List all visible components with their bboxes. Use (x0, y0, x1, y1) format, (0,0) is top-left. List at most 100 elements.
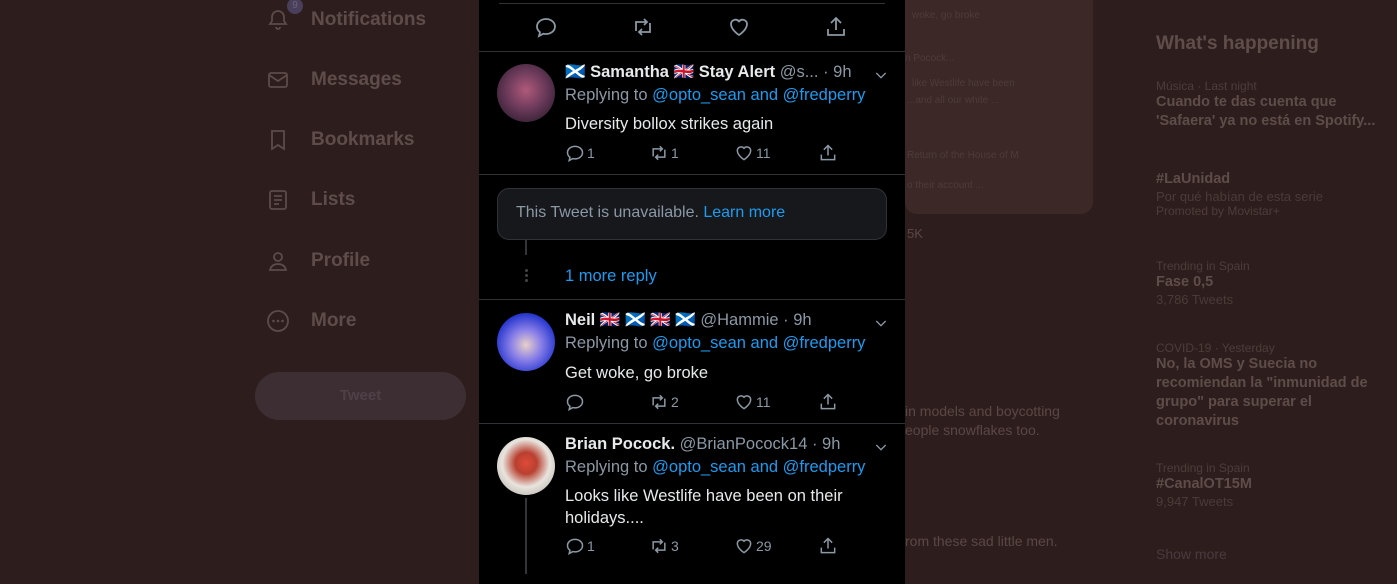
mention-link[interactable]: @opto_sean and @fredperry (652, 86, 865, 104)
avatar[interactable] (497, 313, 555, 371)
like-button[interactable]: 11 (734, 392, 771, 412)
divider (499, 3, 885, 4)
share-button[interactable] (818, 392, 840, 412)
reply-count: 1 (587, 145, 595, 161)
tweet-time[interactable]: · 9h (812, 435, 840, 453)
like-icon (736, 539, 752, 554)
show-more-link[interactable]: Show more (1156, 546, 1227, 562)
parent-tweet-actions (479, 0, 905, 52)
trend-item[interactable]: Trending in Spain #CanalOT15M 9,947 Twee… (1156, 461, 1391, 509)
notification-badge: 9 (287, 0, 303, 14)
reply-button[interactable]: 1 (565, 536, 595, 556)
trend-item[interactable]: COVID-19 · Yesterday No, la OMS y Suecia… (1156, 341, 1391, 431)
reply-button[interactable]: 1 (565, 143, 595, 163)
unavailable-tweet-notice: This Tweet is unavailable. Learn more (497, 188, 887, 240)
nav-label: Notifications (311, 9, 427, 30)
tweet-button[interactable]: Tweet (255, 372, 466, 420)
replying-prefix: Replying to (565, 86, 653, 104)
like-button[interactable]: 29 (734, 536, 772, 556)
author-handle[interactable]: @Hammie (700, 311, 778, 329)
nav-item-messages[interactable]: Messages (265, 65, 402, 95)
mention-link[interactable]: @opto_sean and @fredperry (652, 334, 865, 352)
tweet-time[interactable]: · 9h (823, 63, 851, 81)
reply-icon (566, 145, 584, 162)
tweet[interactable]: Brian Pocock. @BrianPocock14 · 9h Replyi… (479, 424, 905, 584)
tweet[interactable]: 🏴󠁧󠁢󠁳󠁣󠁴󠁿 Samantha 🇬🇧 Stay Alert @s... · 9… (479, 53, 905, 175)
chevron-down-icon[interactable] (873, 315, 889, 331)
nav-item-lists[interactable]: Lists (265, 185, 355, 215)
more-circle-icon (265, 309, 291, 333)
tweet-header: Brian Pocock. @BrianPocock14 · 9h (565, 435, 840, 454)
background-text: o their account ... (907, 180, 984, 191)
avatar[interactable] (497, 64, 555, 122)
background-text: eople snowflakes too. (905, 422, 1040, 438)
trend-subtitle: 9,947 Tweets (1156, 494, 1234, 509)
reply-icon (566, 538, 584, 555)
nav-item-profile[interactable]: Profile (265, 246, 370, 276)
replying-to: Replying to @opto_sean and @fredperry (565, 334, 865, 353)
nav-item-bookmarks[interactable]: Bookmarks (265, 125, 415, 155)
retweet-icon (652, 538, 666, 554)
trend-meta: Trending in Spain (1156, 461, 1250, 475)
mention-link[interactable]: @opto_sean and @fredperry (652, 458, 865, 476)
envelope-icon (265, 68, 291, 92)
promoted-label: Promoted by Movistar+ (1156, 204, 1280, 218)
tweet-text: Diversity bollox strikes again (565, 115, 774, 133)
retweet-button[interactable]: 3 (649, 536, 679, 556)
share-button[interactable] (818, 143, 840, 163)
background-stat: 5K (907, 226, 923, 241)
thread-line (525, 498, 527, 574)
page: 9 Notifications Messages Bookmarks Lists (0, 0, 1397, 584)
trend-item[interactable]: Trending in Spain Fase 0,5 3,786 Tweets (1156, 259, 1391, 307)
author-handle[interactable]: @BrianPocock14 (680, 435, 808, 453)
trend-subtitle: Por qué habían de esta serie (1156, 189, 1323, 204)
author-name[interactable]: Brian Pocock. (565, 435, 675, 453)
trend-meta: Música · Last night (1156, 79, 1257, 93)
background-text: like Westlife have been (912, 78, 1015, 89)
nav-label: More (311, 310, 357, 331)
chevron-down-icon[interactable] (873, 67, 889, 83)
retweet-button[interactable]: 1 (649, 143, 679, 163)
like-button[interactable]: 11 (734, 143, 771, 163)
author-name[interactable]: 🏴󠁧󠁢󠁳󠁣󠁴󠁿 Samantha 🇬🇧 Stay Alert (565, 63, 775, 81)
like-icon (736, 146, 752, 161)
tweet-time[interactable]: · 9h (783, 311, 811, 329)
retweet-count: 1 (671, 145, 679, 161)
tweet-header: 🏴󠁧󠁢󠁳󠁣󠁴󠁿 Samantha 🇬🇧 Stay Alert @s... · 9… (565, 63, 852, 82)
trend-item[interactable]: #LaUnidad Por qué habían de esta serie P… (1156, 170, 1391, 218)
trend-item[interactable]: Música · Last night Cuando te das cuenta… (1156, 79, 1391, 131)
share-icon[interactable] (824, 15, 848, 39)
trend-title: Fase 0,5 (1156, 274, 1214, 290)
tweet-header: Neil 🇬🇧 🏴󠁧󠁢󠁳󠁣󠁴󠁿 🇬🇧 🏴󠁧󠁢󠁳󠁣󠁴󠁿 @Hammie · 9h (565, 311, 812, 330)
like-icon[interactable] (727, 15, 751, 39)
whats-happening-heading: What's happening (1156, 33, 1319, 54)
person-icon (265, 249, 291, 273)
tweet[interactable]: Neil 🇬🇧 🏴󠁧󠁢󠁳󠁣󠁴󠁿 🇬🇧 🏴󠁧󠁢󠁳󠁣󠁴󠁿 @Hammie · 9h … (479, 300, 905, 424)
reply-icon[interactable] (534, 15, 558, 39)
nav-label: Lists (311, 189, 356, 210)
like-count: 11 (756, 394, 771, 410)
author-name[interactable]: Neil 🇬🇧 🏴󠁧󠁢󠁳󠁣󠁴󠁿 🇬🇧 🏴󠁧󠁢󠁳󠁣󠁴󠁿 (565, 311, 696, 329)
chevron-down-icon[interactable] (873, 439, 889, 455)
more-reply-link[interactable]: 1 more reply (565, 267, 657, 286)
author-handle[interactable]: @s... (780, 63, 819, 81)
unavailable-text: This Tweet is unavailable. (516, 204, 704, 221)
retweet-button[interactable]: 2 (649, 392, 679, 412)
nav-item-notifications[interactable]: 9 Notifications (265, 0, 427, 35)
share-button[interactable] (818, 536, 840, 556)
learn-more-link[interactable]: Learn more (703, 204, 785, 221)
replying-to: Replying to @opto_sean and @fredperry (565, 86, 865, 105)
reply-button[interactable] (565, 392, 587, 412)
background-text: woke, go broke (912, 10, 980, 21)
background-text: ...and all our white ... (907, 95, 1000, 106)
avatar[interactable] (497, 437, 555, 495)
trend-title: No, la OMS y Suecia no recomiendan la "i… (1156, 356, 1368, 429)
replying-to: Replying to @opto_sean and @fredperry (565, 458, 865, 477)
trend-title: Cuando te das cuenta que 'Safaera' ya no… (1156, 94, 1376, 129)
replying-prefix: Replying to (565, 334, 653, 352)
background-text: Return of the House of M (907, 150, 1019, 161)
tweet-actions: 1 1 11 (565, 143, 845, 165)
retweet-icon[interactable] (631, 15, 655, 39)
nav-item-more[interactable]: More (265, 306, 356, 336)
trend-title: #LaUnidad (1156, 171, 1231, 187)
